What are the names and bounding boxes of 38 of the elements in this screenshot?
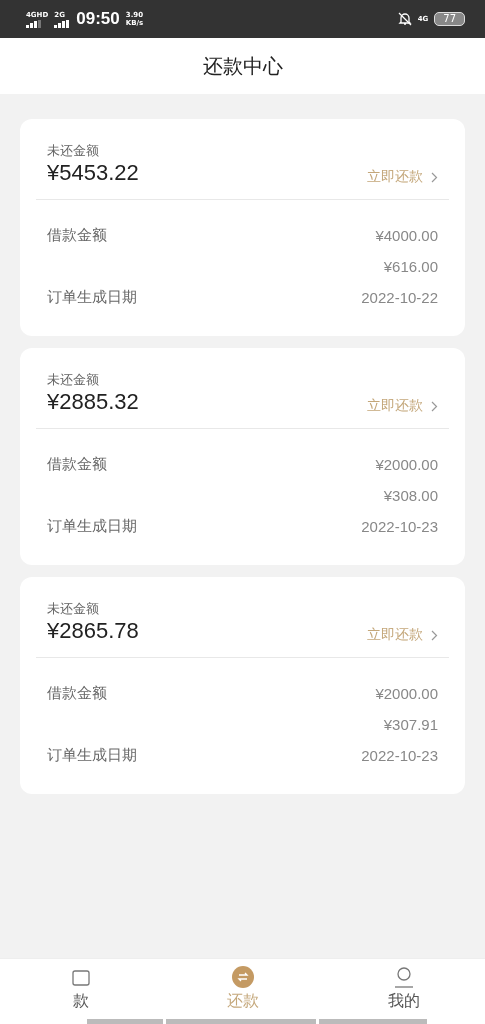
detail-label: 借款金额 bbox=[47, 455, 107, 474]
detail-value: ¥2000.00 bbox=[375, 685, 438, 702]
outstanding-amount: ¥2885.32 bbox=[47, 389, 139, 415]
battery-indicator: 77 bbox=[434, 12, 465, 26]
tab[interactable]: 款 bbox=[0, 959, 162, 1019]
outstanding-amount: ¥2865.78 bbox=[47, 618, 139, 644]
detail-label: 借款金额 bbox=[47, 684, 107, 703]
detail-value: 2022-10-23 bbox=[361, 747, 438, 764]
detail-label: 订单生成日期 bbox=[47, 517, 137, 536]
detail-value: ¥308.00 bbox=[383, 487, 438, 504]
outstanding-label: 未还金额 bbox=[47, 371, 100, 389]
exchange-icon bbox=[231, 966, 254, 988]
detail-label: 订单生成日期 bbox=[47, 746, 137, 765]
detail-value: ¥616.00 bbox=[383, 258, 438, 275]
detail-label: 订单生成日期 bbox=[47, 288, 137, 307]
repay-now-link[interactable]: 立即还款 bbox=[367, 626, 438, 644]
outstanding-label: 未还金额 bbox=[47, 600, 100, 618]
bell-muted-icon bbox=[397, 12, 412, 26]
outstanding-amount: ¥5453.22 bbox=[47, 160, 139, 186]
repay-now-link[interactable]: 立即还款 bbox=[367, 168, 438, 186]
detail-value: ¥2000.00 bbox=[375, 456, 438, 473]
chevron-right-icon bbox=[431, 171, 438, 183]
chevron-right-icon bbox=[431, 629, 438, 641]
clock: 09:50 bbox=[76, 9, 120, 29]
detail-value: ¥4000.00 bbox=[375, 227, 438, 244]
person-icon bbox=[393, 966, 416, 988]
outstanding-label: 未还金额 bbox=[47, 142, 100, 160]
signal-icon bbox=[26, 19, 42, 28]
tab[interactable]: 还款 bbox=[161, 959, 324, 1019]
signal-icon bbox=[54, 19, 71, 28]
detail-label: 借款金额 bbox=[47, 226, 107, 245]
detail-value: ¥307.91 bbox=[383, 716, 438, 733]
chevron-right-icon bbox=[431, 400, 438, 412]
page-title: 还款中心 bbox=[202, 52, 283, 80]
tab[interactable]: 我的 bbox=[323, 959, 485, 1019]
repay-now-link[interactable]: 立即还款 bbox=[367, 397, 438, 415]
detail-value: 2022-10-23 bbox=[361, 518, 438, 535]
detail-value: 2022-10-22 bbox=[361, 289, 438, 306]
